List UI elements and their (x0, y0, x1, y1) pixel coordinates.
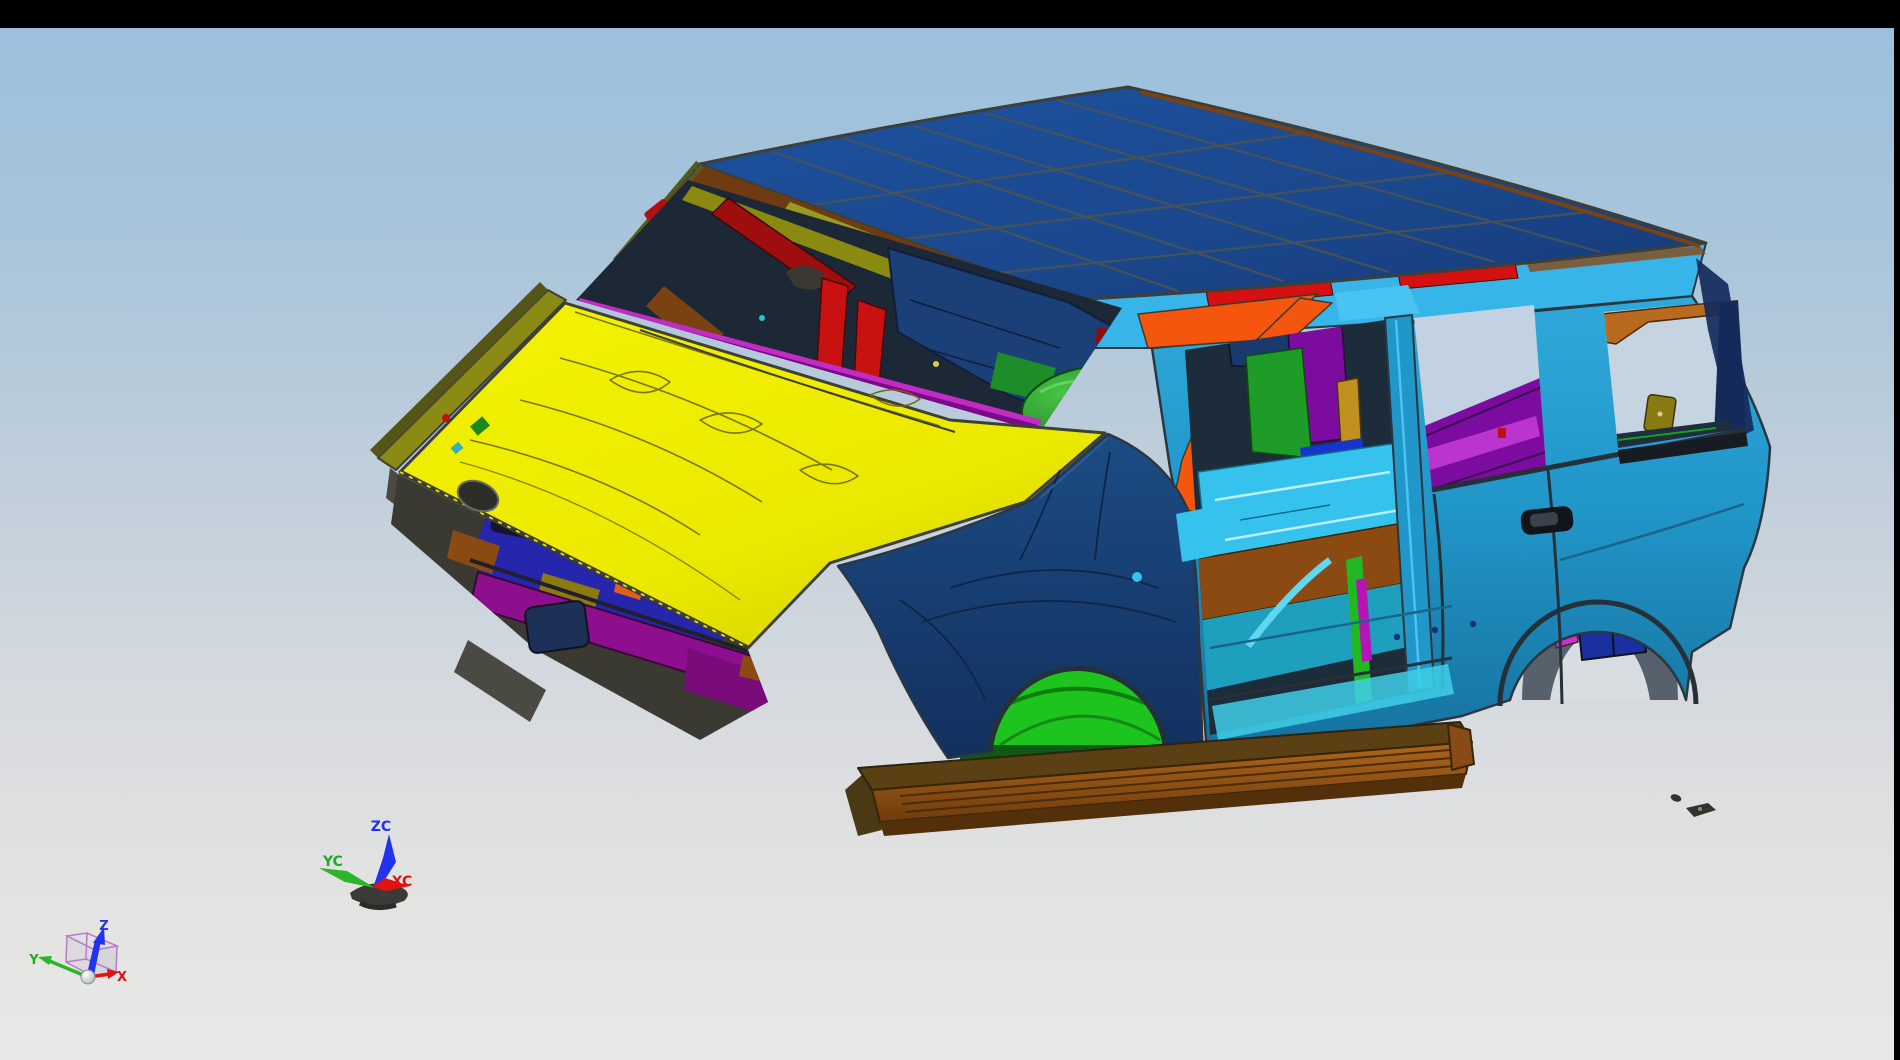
debris-specks (1670, 793, 1716, 817)
datum-y-label: Y (28, 953, 39, 968)
fender-cyan-dot (1132, 572, 1142, 582)
wcs-triad[interactable]: ZC YC XC (319, 819, 412, 908)
interior-console-green (1246, 348, 1312, 458)
cad-scene: ZC YC XC Z Y X (0, 28, 1894, 1060)
datum-x-label: X (117, 970, 127, 985)
wcs-y-arrow (319, 868, 375, 888)
cad-viewport[interactable]: ZC YC XC Z Y X (0, 28, 1894, 1060)
datum-origin-sphere (81, 970, 95, 984)
hinge-pillar-cyan (1176, 508, 1212, 562)
bumper-bracket-navy (524, 600, 590, 654)
wcs-z-label: ZC (371, 819, 391, 835)
datum-csys[interactable]: Z Y X (28, 919, 127, 985)
letterbox-right-strip (1894, 0, 1900, 1060)
datum-y-arrowhead (38, 956, 52, 965)
letterbox-top-bar (0, 0, 1900, 28)
car-model[interactable] (370, 87, 1770, 836)
wcs-y-label: YC (322, 854, 343, 870)
wcs-x-label: XC (392, 874, 413, 890)
board-end-cap (1448, 724, 1474, 770)
datum-z-label: Z (99, 919, 108, 934)
